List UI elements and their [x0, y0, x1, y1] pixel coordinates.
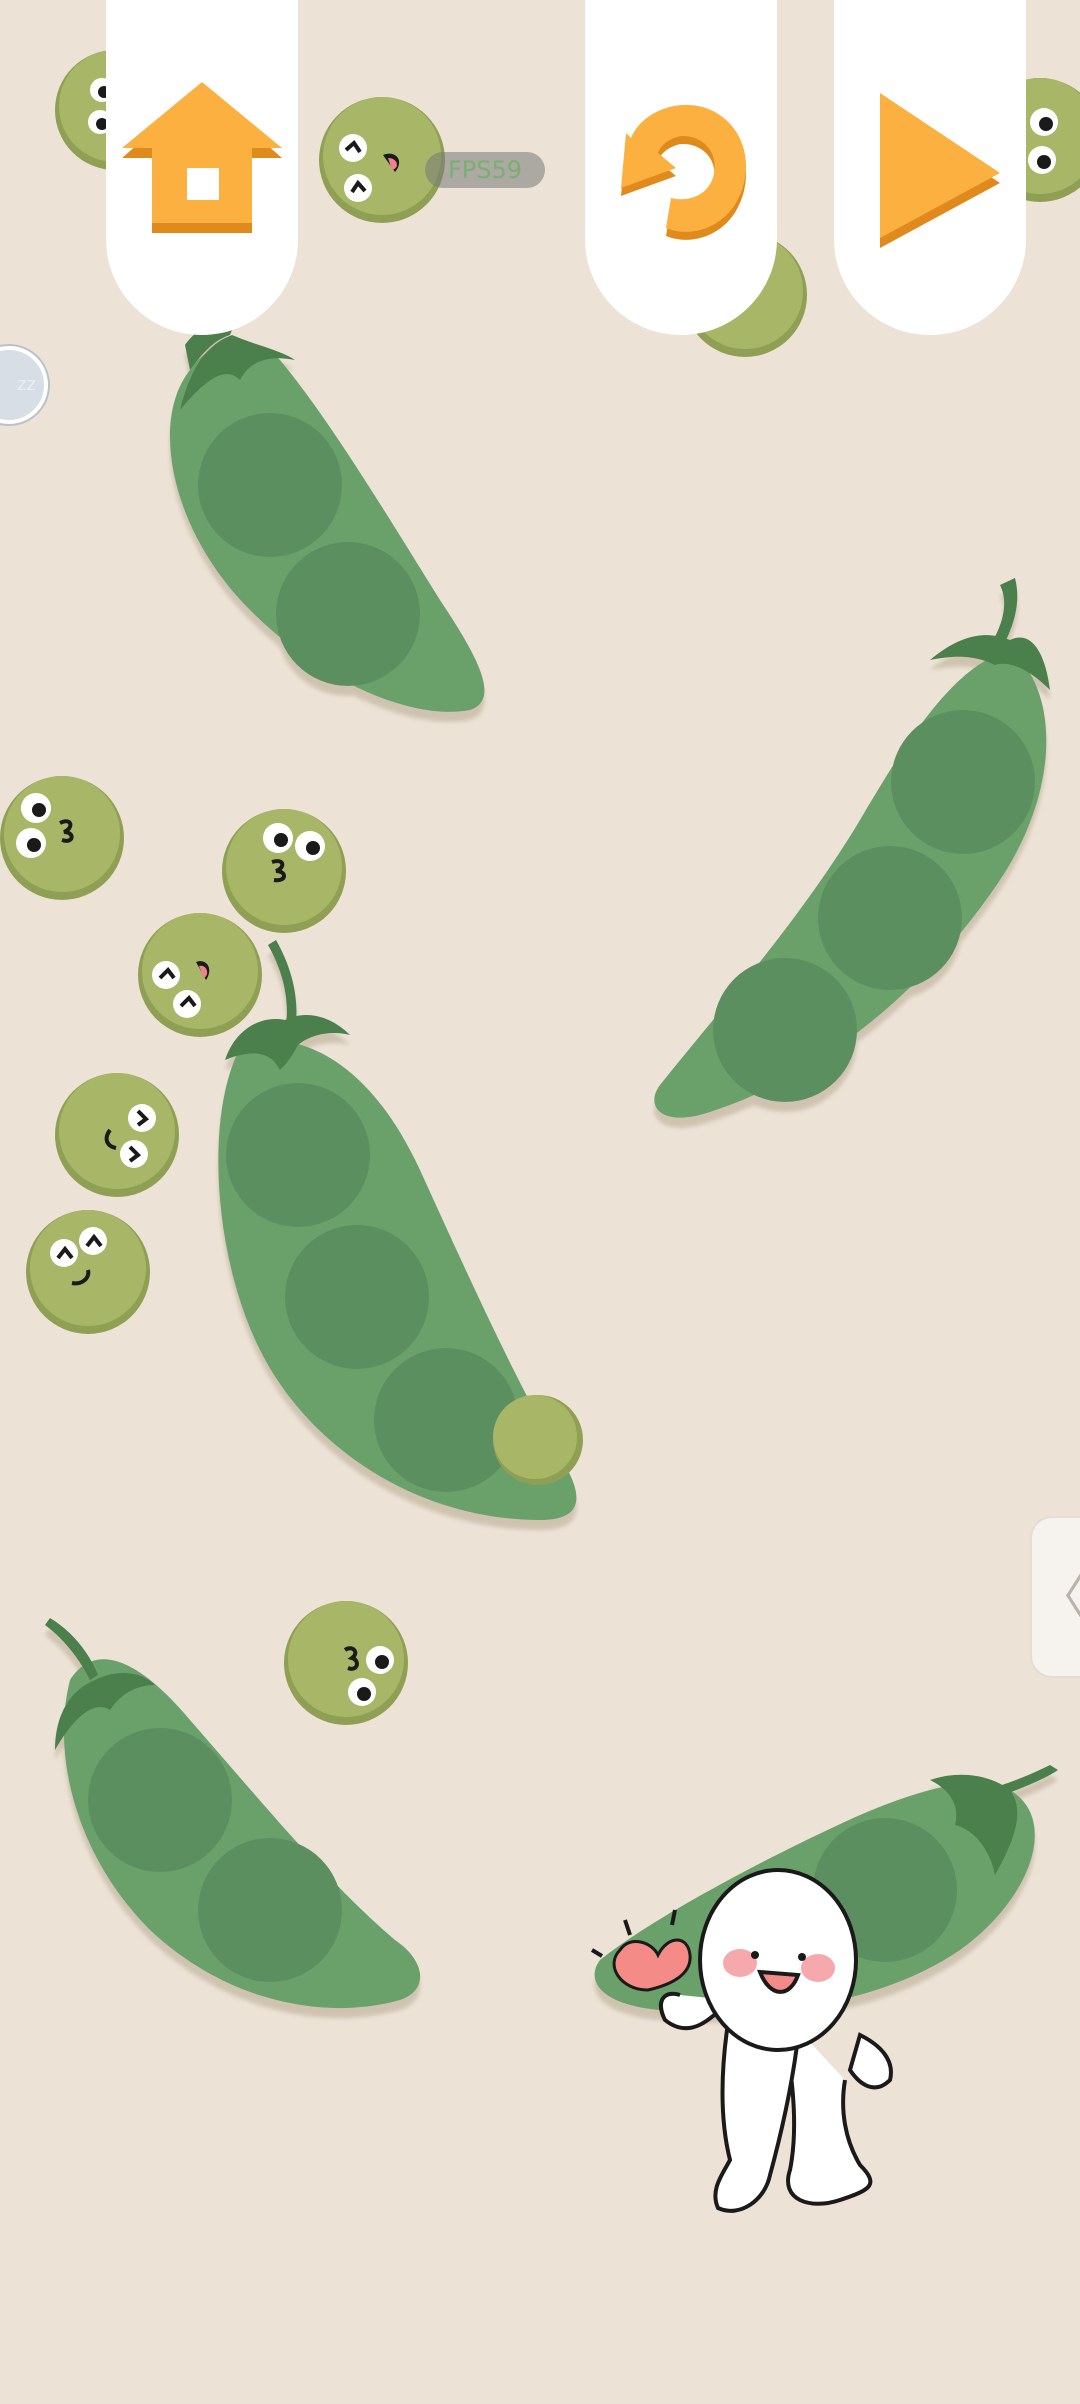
pea[interactable]: [284, 1601, 408, 1725]
pea[interactable]: [493, 1395, 583, 1485]
undo-arrow-icon: [621, 104, 746, 240]
home-button[interactable]: [106, 0, 298, 335]
game-board-canvas: [0, 50, 1080, 2213]
mascot-character: [590, 1868, 893, 2213]
home-arrow-icon: [122, 81, 282, 233]
pea[interactable]: [222, 809, 346, 933]
pea-pod[interactable]: [170, 325, 485, 712]
pea[interactable]: [0, 776, 124, 900]
pea[interactable]: [26, 1210, 150, 1334]
fps-counter: FPS59: [425, 152, 545, 188]
undo-button[interactable]: [585, 0, 777, 335]
side-panel-handle[interactable]: 〈: [1032, 1518, 1080, 1676]
sleep-badge-label: zz: [17, 374, 36, 395]
pea[interactable]: [55, 1073, 179, 1197]
game-board: FPS59 zz 〈: [0, 0, 1080, 2400]
pea-pod[interactable]: [654, 578, 1050, 1118]
pea[interactable]: [138, 913, 262, 1037]
pea[interactable]: [319, 97, 445, 223]
play-triangle-icon: [880, 92, 1000, 248]
next-button[interactable]: [834, 0, 1026, 335]
